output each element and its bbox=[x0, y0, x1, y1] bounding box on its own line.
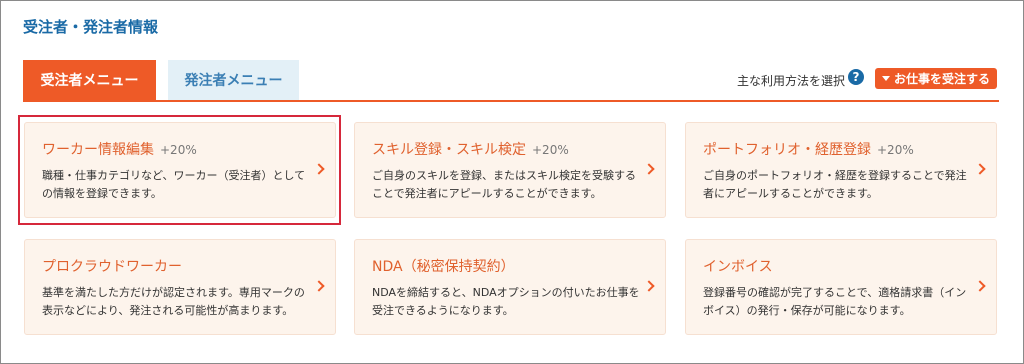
caret-down-icon bbox=[881, 76, 890, 81]
card-title-text: インボイス bbox=[703, 259, 773, 275]
card-portfolio[interactable]: ポートフォリオ・経歴登録 +20% ご自身のポートフォリオ・経歴を登録することで発… bbox=[685, 122, 997, 218]
card-title: NDA（秘密保持契約） bbox=[372, 256, 515, 276]
card-desc: 職種・仕事カテゴリなど、ワーカー（受注者）としての情報を登録できます。 bbox=[42, 169, 306, 200]
card-title-text: ポートフォリオ・経歴登録 bbox=[703, 142, 871, 158]
card-desc: 登録番号の確認が完了することで、適格請求書（インボイス）の発行・保存が可能になり… bbox=[703, 286, 967, 317]
receive-jobs-button-label: お仕事を受注する bbox=[893, 72, 990, 86]
card-worker-info[interactable]: ワーカー情報編集 +20% 職種・仕事カテゴリなど、ワーカー（受注者）としての情報… bbox=[24, 122, 336, 218]
chevron-right-icon bbox=[643, 163, 655, 175]
tab-contractor-menu[interactable]: 受注者メニュー bbox=[23, 60, 156, 100]
chevron-right-icon bbox=[974, 163, 986, 175]
chevron-right-icon bbox=[313, 280, 325, 292]
card-title: スキル登録・スキル検定 +20% bbox=[372, 139, 569, 159]
card-bonus: +20% bbox=[160, 143, 197, 157]
card-desc: 基準を満たした方だけが認定されます。専用マークの表示などにより、発注される可能性… bbox=[42, 286, 305, 317]
card-bonus: +20% bbox=[532, 143, 569, 157]
card-bonus: +20% bbox=[877, 143, 914, 157]
card-title: プロクラウドワーカー bbox=[42, 256, 182, 276]
chevron-right-icon bbox=[643, 280, 655, 292]
card-nda[interactable]: NDA（秘密保持契約） NDAを締結すると、NDAオプションの付いたお仕事を受注… bbox=[354, 239, 666, 335]
card-invoice[interactable]: インボイス 登録番号の確認が完了することで、適格請求書（インボイス）の発行・保存… bbox=[685, 239, 997, 335]
tab-underline bbox=[23, 100, 999, 102]
card-title: インボイス bbox=[703, 256, 773, 276]
receive-jobs-button[interactable]: お仕事を受注する bbox=[875, 68, 997, 89]
tab-client-menu[interactable]: 発注者メニュー bbox=[168, 60, 299, 100]
chevron-right-icon bbox=[313, 163, 325, 175]
card-title-text: スキル登録・スキル検定 bbox=[372, 142, 526, 158]
section-title: 受注者・発注者情報 bbox=[23, 18, 159, 36]
usage-label: 主な利用方法を選択 bbox=[737, 74, 846, 88]
card-skill-registration[interactable]: スキル登録・スキル検定 +20% ご自身のスキルを登録、またはスキル検定を受験する… bbox=[354, 122, 666, 218]
card-desc: ご自身のポートフォリオ・経歴を登録することで発注者にアピールすることができます。 bbox=[703, 169, 967, 200]
panel: 受注者・発注者情報 受注者メニュー 発注者メニュー 主な利用方法を選択 ? お仕… bbox=[0, 0, 1024, 364]
card-title-text: プロクラウドワーカー bbox=[42, 259, 182, 275]
card-pro-crowdworker[interactable]: プロクラウドワーカー 基準を満たした方だけが認定されます。専用マークの表示などに… bbox=[24, 239, 336, 335]
help-icon[interactable]: ? bbox=[848, 69, 864, 85]
card-title: ポートフォリオ・経歴登録 +20% bbox=[703, 139, 914, 159]
card-title: ワーカー情報編集 +20% bbox=[42, 139, 197, 159]
chevron-right-icon bbox=[974, 280, 986, 292]
card-desc: NDAを締結すると、NDAオプションの付いたお仕事を受注できるようになります。 bbox=[372, 286, 640, 317]
card-title-text: ワーカー情報編集 bbox=[42, 142, 154, 158]
card-desc: ご自身のスキルを登録、またはスキル検定を受験することで発注者にアピールすることが… bbox=[372, 169, 636, 200]
card-title-text: NDA（秘密保持契約） bbox=[372, 259, 515, 275]
